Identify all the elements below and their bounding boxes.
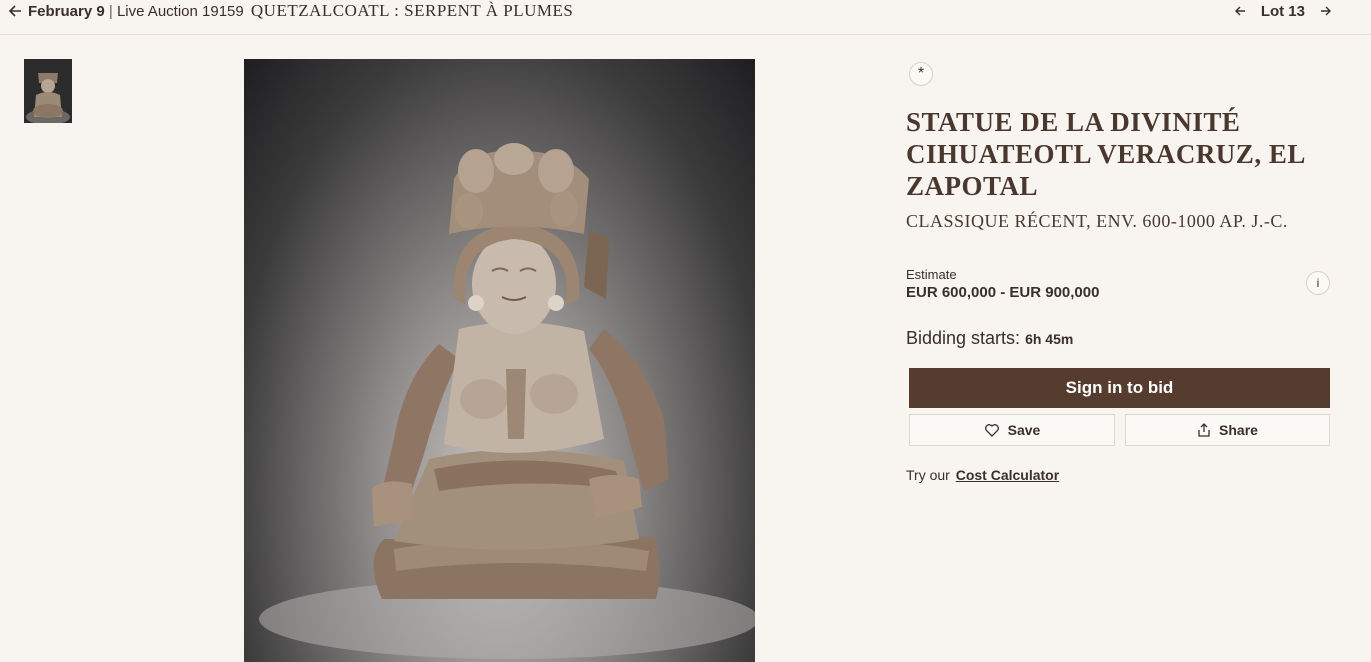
share-button[interactable]: Share — [1125, 414, 1330, 446]
sale-date: February 9 — [28, 3, 105, 20]
auction-number: Live Auction 19159 — [116, 3, 244, 20]
breadcrumb-separator: | — [108, 3, 113, 20]
save-button[interactable]: Save — [909, 414, 1115, 446]
share-icon — [1198, 423, 1210, 437]
lot-subtitle: CLASSIQUE RÉCENT, ENV. 600-1000 AP. J.-C… — [906, 211, 1288, 231]
lot-navigation: Lot 13 — [1233, 1, 1333, 21]
arrow-left-icon[interactable] — [6, 1, 26, 21]
asterisk-icon: * — [909, 62, 933, 86]
save-label: Save — [1007, 422, 1041, 438]
lot-title: STATUE DE LA DIVINITÉ CIHUATEOTL VERACRU… — [906, 107, 1305, 201]
bidding-starts: Bidding starts: 6h 45m — [906, 328, 1073, 349]
cost-calculator-prompt: Try our Cost Calculator — [906, 467, 1059, 483]
bidding-starts-label: Bidding starts: — [906, 328, 1021, 348]
arrow-right-icon[interactable] — [1317, 3, 1333, 19]
calc-prefix: Try our — [906, 467, 950, 483]
bidding-countdown: 6h 45m — [1025, 331, 1074, 347]
thumbnail-image[interactable] — [24, 59, 72, 123]
share-label: Share — [1219, 422, 1258, 438]
sale-title: QUETZALCOATL : SERPENT À PLUMES — [250, 1, 574, 20]
heart-icon — [984, 424, 999, 437]
lot-number: Lot 13 — [1260, 2, 1305, 20]
sign-in-to-bid-button[interactable]: Sign in to bid — [909, 368, 1330, 408]
arrow-left-icon[interactable] — [1233, 3, 1249, 19]
estimate-value: EUR 600,000 - EUR 900,000 — [906, 284, 1100, 301]
info-icon[interactable]: i — [1306, 271, 1330, 295]
top-bar: February 9 | Live Auction 19159 QUETZALC… — [0, 0, 1371, 35]
breadcrumb[interactable]: February 9 | Live Auction 19159 QUETZALC… — [28, 1, 573, 22]
cost-calculator-link[interactable]: Cost Calculator — [956, 467, 1059, 483]
estimate-label: Estimate — [906, 267, 957, 282]
lot-main-image[interactable] — [244, 59, 755, 662]
